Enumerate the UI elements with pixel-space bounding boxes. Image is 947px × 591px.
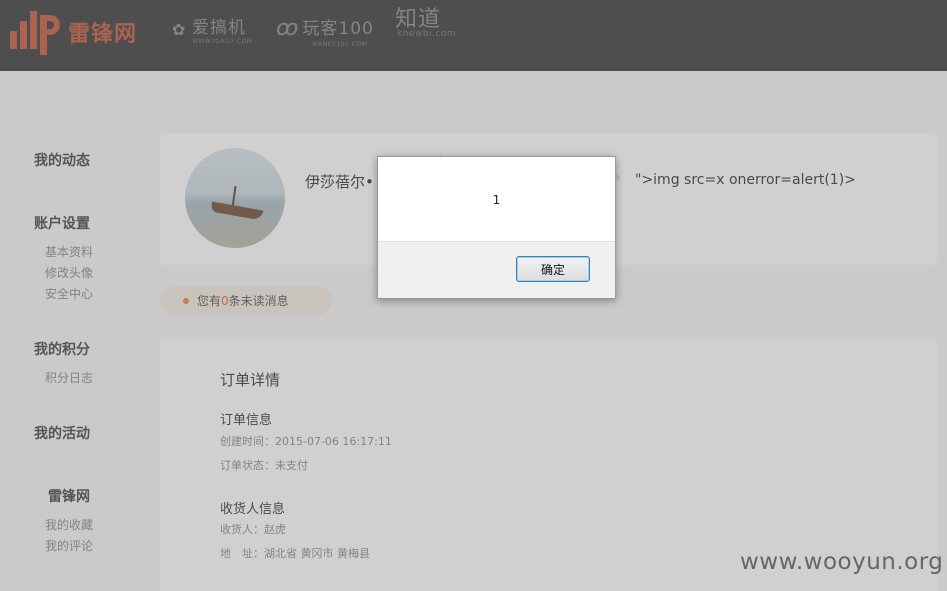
alert-dialog: 1 确定 (377, 156, 616, 299)
watermark: www.wooyun.org (740, 549, 944, 575)
alert-message: 1 (492, 193, 501, 207)
ok-button[interactable]: 确定 (516, 256, 590, 282)
alert-footer: 确定 (378, 241, 615, 298)
